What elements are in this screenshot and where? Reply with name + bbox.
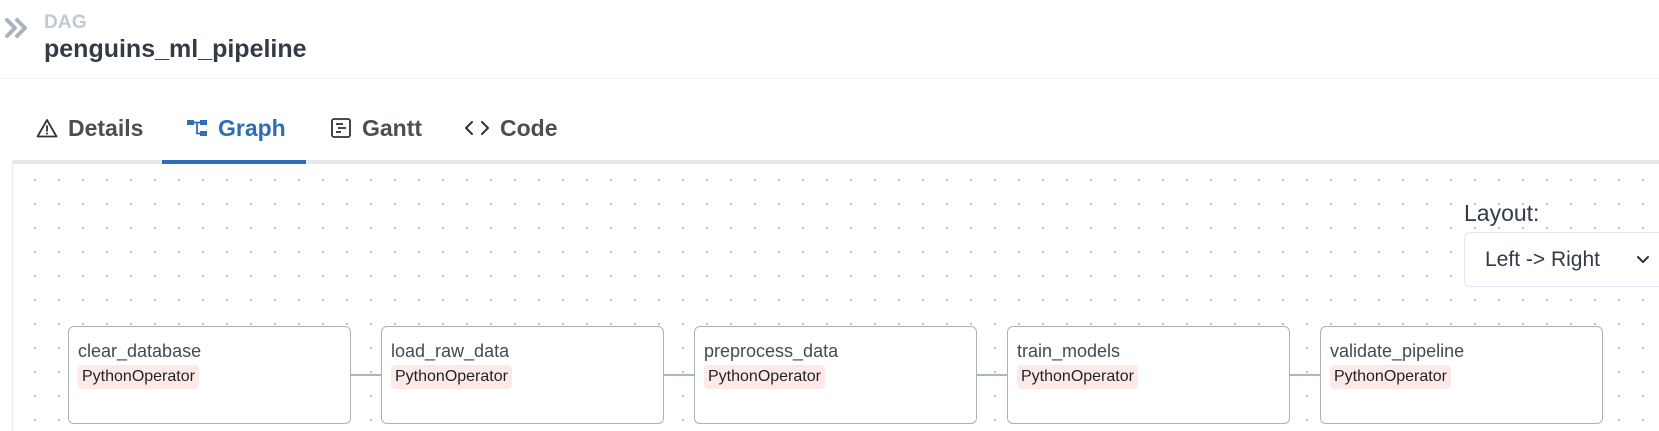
- task-node-title: validate_pipeline: [1330, 341, 1465, 361]
- task-node[interactable]: load_raw_data PythonOperator: [381, 326, 664, 424]
- edge-train-to-validate: [1290, 374, 1321, 376]
- operator-badge: PythonOperator: [78, 365, 199, 389]
- dag-title: penguins_ml_pipeline: [44, 35, 307, 63]
- task-node-title: preprocess_data: [704, 341, 839, 361]
- dag-header: DAG penguins_ml_pipeline: [0, 0, 1659, 79]
- task-node-title: load_raw_data: [391, 341, 510, 361]
- layout-select-value: Left -> Right: [1485, 247, 1600, 271]
- operator-badge: PythonOperator: [704, 365, 825, 389]
- task-node-title: train_models: [1017, 341, 1121, 361]
- operator-badge: PythonOperator: [1330, 365, 1451, 389]
- layout-select[interactable]: Left -> Right: [1464, 232, 1659, 287]
- edge-clear-to-load: [351, 374, 382, 376]
- tab-bar: Details Graph Gantt Code: [12, 96, 1659, 164]
- tab-code[interactable]: Code: [440, 96, 582, 160]
- tab-code-label: Code: [500, 114, 558, 141]
- tab-details[interactable]: Details: [12, 96, 167, 160]
- graph-icon: [186, 118, 208, 138]
- tab-gantt[interactable]: Gantt: [306, 96, 446, 160]
- operator-badge: PythonOperator: [391, 365, 512, 389]
- task-node-title: clear_database: [78, 341, 202, 361]
- tab-details-label: Details: [68, 114, 144, 141]
- tab-graph[interactable]: Graph: [162, 96, 306, 164]
- task-node[interactable]: preprocess_data PythonOperator: [694, 326, 977, 424]
- tab-graph-label: Graph: [218, 114, 286, 141]
- task-node[interactable]: clear_database PythonOperator: [68, 326, 351, 424]
- gantt-icon: [330, 117, 352, 139]
- edge-load-to-preprocess: [664, 374, 695, 376]
- edge-preprocess-to-train: [977, 374, 1008, 376]
- warning-triangle-icon: [36, 118, 58, 138]
- dag-kind-label: DAG: [44, 12, 87, 33]
- tab-gantt-label: Gantt: [362, 114, 423, 141]
- operator-badge: PythonOperator: [1017, 365, 1138, 389]
- dag-page: DAG penguins_ml_pipeline Details Graph G…: [0, 0, 1659, 431]
- task-node[interactable]: validate_pipeline PythonOperator: [1320, 326, 1603, 424]
- layout-label: Layout:: [1464, 200, 1540, 226]
- code-icon: [464, 119, 490, 137]
- task-node[interactable]: train_models PythonOperator: [1007, 326, 1290, 424]
- chevron-down-icon: [1635, 253, 1651, 272]
- double-chevron-right-icon[interactable]: [4, 16, 30, 40]
